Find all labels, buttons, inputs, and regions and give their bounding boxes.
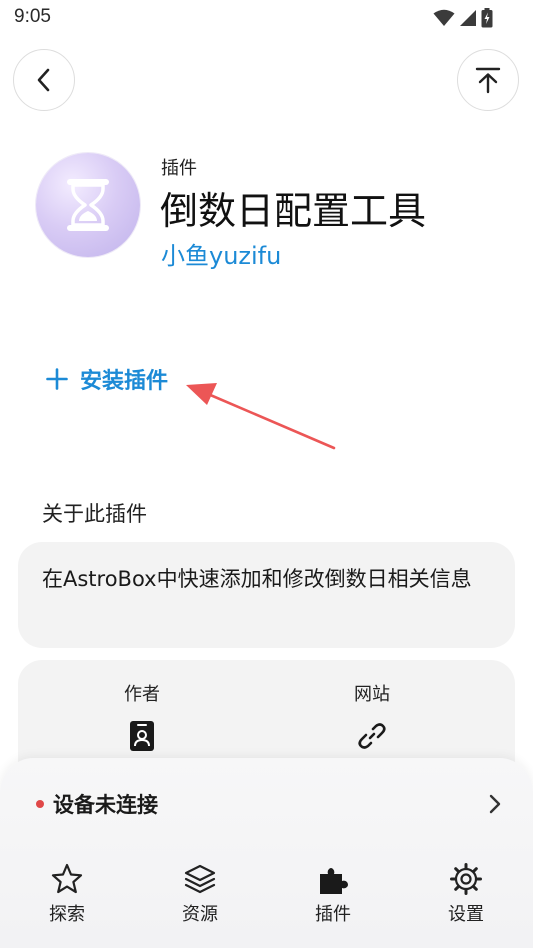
plugin-title: 倒数日配置工具 xyxy=(160,189,427,233)
gear-icon xyxy=(450,863,482,895)
tab-resources-label: 资源 xyxy=(182,904,218,925)
tab-settings[interactable]: 设置 xyxy=(426,862,506,926)
author-info[interactable]: 作者 xyxy=(82,680,202,752)
plugin-icon xyxy=(36,153,140,257)
install-plugin-button[interactable]: 安装插件 xyxy=(46,362,168,396)
tab-plugins[interactable]: 插件 xyxy=(293,862,373,926)
tab-plugins-label: 插件 xyxy=(315,904,351,925)
plus-icon xyxy=(46,368,68,390)
plugin-description: 在AstroBox中快速添加和修改倒数日相关信息 xyxy=(42,567,472,591)
star-icon xyxy=(51,863,83,894)
annotation-arrow xyxy=(186,383,336,450)
contact-card-icon xyxy=(130,721,154,751)
status-time: 9:05 xyxy=(14,6,51,27)
device-status-text: 设备未连接 xyxy=(53,793,158,817)
bottom-panel: 设备未连接 探索 资源 插件 设置 xyxy=(0,758,533,948)
signal-icon xyxy=(460,10,476,26)
website-info[interactable]: 网站 xyxy=(312,680,432,752)
tab-resources[interactable]: 资源 xyxy=(160,862,240,926)
back-button[interactable] xyxy=(13,49,75,111)
disconnected-dot xyxy=(36,800,44,808)
bottom-tab-bar: 探索 资源 插件 设置 xyxy=(0,862,533,942)
author-label: 作者 xyxy=(124,684,160,705)
status-icons xyxy=(433,8,493,28)
install-plugin-label: 安装插件 xyxy=(80,369,169,394)
wifi-icon xyxy=(433,9,455,26)
chevron-right-icon xyxy=(489,794,501,814)
arrow-up-to-top-icon xyxy=(475,67,501,94)
plugin-author-link[interactable]: 小鱼yuzifu xyxy=(161,236,281,271)
chevron-left-icon xyxy=(37,68,50,92)
status-bar: 9:05 xyxy=(0,0,533,36)
puzzle-icon xyxy=(320,868,348,894)
hourglass-icon xyxy=(67,179,109,231)
layers-icon xyxy=(184,864,216,894)
tab-explore[interactable]: 探索 xyxy=(27,862,107,926)
link-icon xyxy=(358,723,386,749)
website-label: 网站 xyxy=(354,684,390,705)
device-status-row[interactable]: 设备未连接 xyxy=(26,786,508,822)
about-section-title: 关于此插件 xyxy=(42,502,147,526)
scroll-to-top-button[interactable] xyxy=(457,49,519,111)
tab-settings-label: 设置 xyxy=(448,904,484,925)
tab-explore-label: 探索 xyxy=(49,904,85,925)
battery-charging-icon xyxy=(481,8,493,28)
plugin-type-label: 插件 xyxy=(161,158,197,179)
description-card: 在AstroBox中快速添加和修改倒数日相关信息 xyxy=(18,542,515,648)
